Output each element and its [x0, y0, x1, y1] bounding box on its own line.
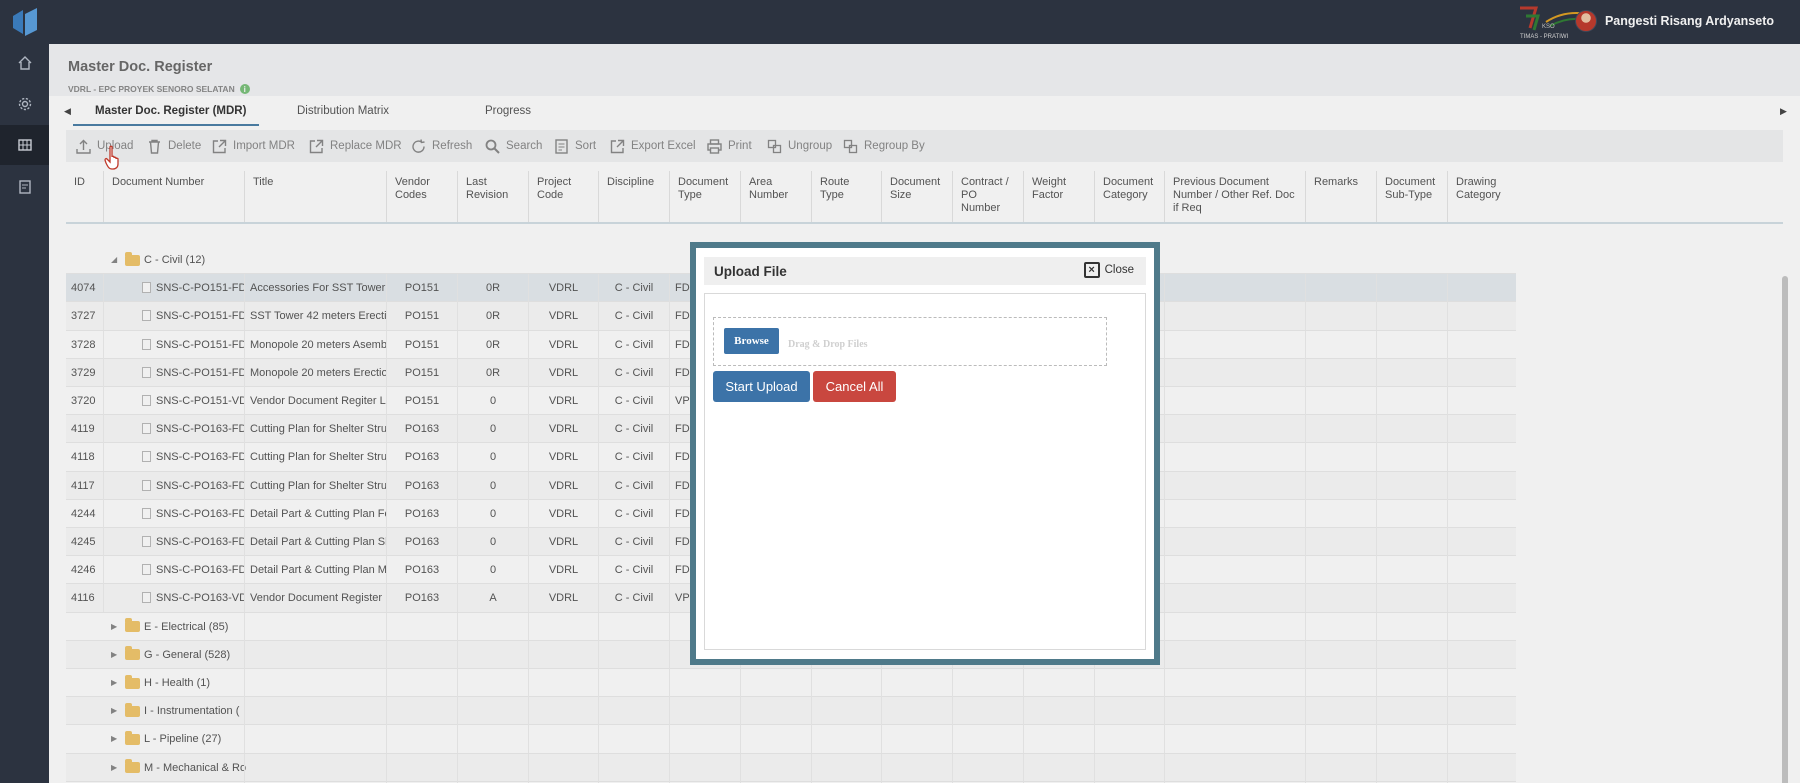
browse-button[interactable]: Browse [724, 328, 779, 354]
upload-file-dialog: Upload File × Close Browse Drag & Drop F… [690, 242, 1160, 665]
dialog-body: Browse Drag & Drop Files Start Upload Ca… [704, 293, 1146, 650]
close-label: Close [1104, 264, 1134, 276]
start-upload-button[interactable]: Start Upload [713, 371, 810, 402]
dialog-title: Upload File [714, 264, 787, 279]
close-icon: × [1083, 262, 1100, 278]
drop-zone[interactable]: Browse Drag & Drop Files [713, 317, 1107, 366]
drop-hint: Drag & Drop Files [788, 339, 868, 350]
dialog-header: Upload File × Close [704, 257, 1146, 285]
close-button[interactable]: × Close [1083, 262, 1134, 278]
cancel-all-button[interactable]: Cancel All [813, 371, 896, 402]
mouse-cursor-icon [104, 145, 119, 170]
